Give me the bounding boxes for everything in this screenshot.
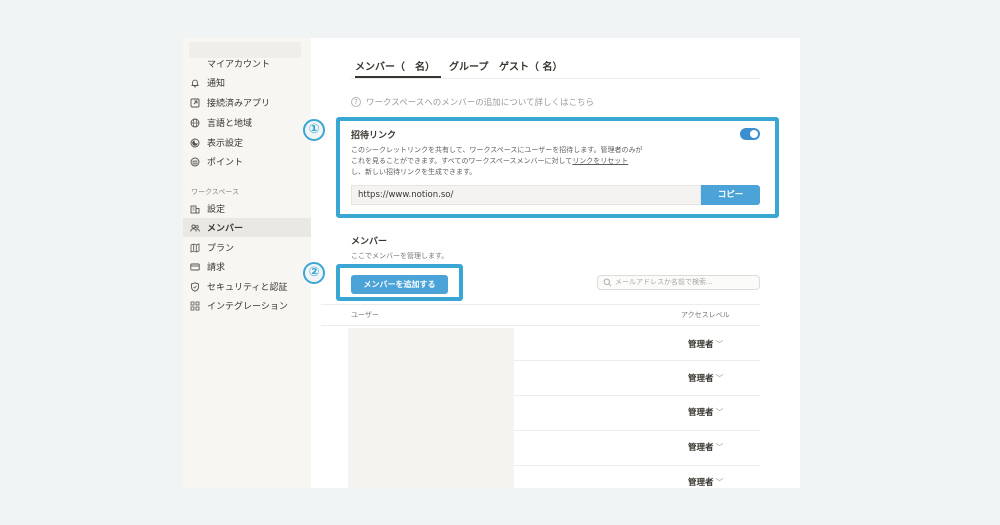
settings-window: マイアカウント 通知 接続済みアプリ 言語と地域 表示設定 ポイント ワークスペ… [183,38,800,488]
sidebar-item-integrations[interactable]: インテグレーション [183,296,311,315]
access-level-dropdown[interactable]: 管理者 ﹀ [688,406,724,418]
chevron-down-icon: ﹀ [715,374,724,383]
question-icon: ? [351,97,361,107]
table-header-rule [321,325,760,326]
user-list-placeholder [348,328,514,488]
member-search-input[interactable]: メールアドレスか名前で検索... [597,275,760,290]
table-top-rule [321,304,760,305]
help-link[interactable]: ? ワークスペースへのメンバーの追加について詳しくはこちら [351,96,594,108]
sidebar-item-security[interactable]: セキュリティと認証 [183,277,311,296]
people-icon [190,223,200,233]
access-level-value: 管理者 [688,340,714,350]
moon-icon [190,138,200,148]
row-divider [514,395,760,396]
step-2-marker: ② [303,262,325,284]
access-level-value: 管理者 [688,374,714,384]
sidebar-item-label: 言語と地域 [207,119,253,129]
chevron-down-icon: ﹀ [715,443,724,452]
sidebar-item-display[interactable]: 表示設定 [183,133,311,152]
sidebar-item-label: プラン [207,244,235,254]
access-level-dropdown[interactable]: 管理者 ﹀ [688,441,724,453]
help-link-text: ワークスペースへのメンバーの追加について詳しくはこちら [366,98,594,108]
sidebar-item-label: ポイント [207,158,244,168]
column-header-access-level: アクセスレベル [681,311,730,319]
search-icon [603,278,612,287]
main-panel: メンバー（ 名） グループ ゲスト（ 名） ? ワークスペースへのメンバーの追加… [311,38,800,488]
access-level-value: 管理者 [688,478,714,488]
sidebar-item-billing[interactable]: 請求 [183,257,311,276]
credit-card-icon [190,262,200,272]
sidebar-workspace-heading: ワークスペース [191,188,239,196]
row-divider [514,465,760,466]
chevron-down-icon: ﹀ [715,408,724,417]
members-section-subtitle: ここでメンバーを管理します。 [351,252,449,260]
map-icon [190,242,200,253]
sidebar-item-label: 通知 [207,79,226,89]
add-member-highlight [336,264,463,301]
tab-divider [351,78,760,79]
sidebar-item-language-region[interactable]: 言語と地域 [183,113,311,132]
sidebar-item-points[interactable]: ポイント [183,152,311,171]
access-level-dropdown[interactable]: 管理者 ﹀ [688,338,724,350]
external-link-icon [190,98,200,108]
sidebar-account-label: マイアカウント [207,60,271,70]
tab-guests[interactable]: ゲスト（ 名） [499,58,562,73]
sidebar-account-header [189,42,301,58]
sidebar-item-label: 接続済みアプリ [207,99,271,109]
sidebar-item-label: 設定 [207,205,226,215]
globe-icon [190,118,200,128]
sidebar-item-label: メンバー [207,224,244,234]
sidebar-item-connected-apps[interactable]: 接続済みアプリ [183,93,311,112]
invite-link-highlight [336,117,779,218]
search-placeholder: メールアドレスか名前で検索... [615,278,713,286]
sidebar-item-settings[interactable]: 設定 [183,199,311,218]
chevron-down-icon: ﹀ [715,340,724,349]
column-header-user: ユーザー [351,311,379,319]
tab-bar: メンバー（ 名） グループ ゲスト（ 名） [311,56,800,78]
access-level-dropdown[interactable]: 管理者 ﹀ [688,476,724,488]
building-icon [190,204,200,214]
gift-icon [190,157,200,167]
shield-icon [190,281,200,292]
sidebar-item-label: セキュリティと認証 [207,283,288,293]
step-1-marker: ① [303,119,325,141]
members-section-title: メンバー [351,237,388,247]
access-level-value: 管理者 [688,443,714,453]
chevron-down-icon: ﹀ [715,478,724,487]
bell-icon [190,78,200,88]
sidebar: マイアカウント 通知 接続済みアプリ 言語と地域 表示設定 ポイント ワークスペ… [183,38,311,488]
access-level-dropdown[interactable]: 管理者 ﹀ [688,372,724,384]
sidebar-item-label: インテグレーション [207,302,288,312]
sidebar-item-label: 表示設定 [207,139,244,149]
sidebar-item-notifications[interactable]: 通知 [183,73,311,92]
access-level-value: 管理者 [688,408,714,418]
tab-groups[interactable]: グループ [449,58,488,73]
sidebar-item-label: 請求 [207,263,226,273]
sidebar-item-plans[interactable]: プラン [183,238,311,257]
sidebar-item-members[interactable]: メンバー [183,218,311,237]
grid-icon [190,301,200,311]
row-divider [514,360,760,361]
row-divider [514,430,760,431]
tab-members[interactable]: メンバー（ 名） [355,58,435,73]
